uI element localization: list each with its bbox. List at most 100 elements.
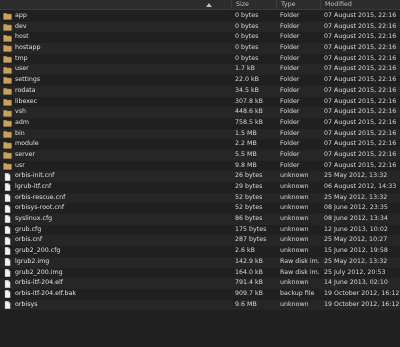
file-name: host	[15, 33, 29, 41]
file-name: syslinux.cfg	[15, 215, 53, 223]
file-row[interactable]: server 5.5 MB Folder 07 August 2015, 22:16	[0, 149, 400, 161]
file-row[interactable]: orbis-init.cnf 26 bytes unknown 25 May 2012…	[0, 171, 400, 182]
file-modified: 07 August 2015, 22:16	[324, 54, 397, 62]
file-icon	[3, 268, 12, 277]
file-modified: 07 August 2015, 22:16	[324, 86, 397, 94]
folder-icon	[3, 76, 12, 85]
file-name: dev	[15, 22, 27, 30]
file-row[interactable]: orbisys 9.6 MB unknown 19 October 2012, 16:…	[0, 299, 400, 311]
file-name-cell: dev	[0, 22, 231, 33]
file-name-cell: rodata	[0, 86, 231, 97]
file-size: 307.8 kB	[235, 97, 263, 105]
file-type: unknown	[280, 279, 309, 287]
file-type: unknown	[280, 183, 309, 190]
file-name: settings	[15, 76, 41, 84]
file-icon	[3, 194, 12, 202]
file-modified: 07 August 2015, 22:16	[324, 76, 397, 84]
file-icon	[3, 215, 12, 224]
file-modified: 14 June 2013, 02:10	[324, 279, 388, 287]
name-column-header[interactable]	[0, 0, 231, 10]
file-name-cell: orbis-rescue.cnf	[0, 193, 231, 204]
file-size: 175 bytes	[235, 225, 267, 233]
file-name-cell: module	[0, 139, 231, 150]
file-size: 9.6 MB	[235, 300, 257, 308]
file-modified: 07 August 2015, 22:16	[324, 150, 397, 158]
file-size: 164.0 kB	[235, 268, 263, 276]
file-name: orbis.cnf	[15, 236, 43, 244]
file-name: orbis-rescue.cnf	[15, 193, 66, 201]
file-modified: 19 October 2012, 16:12	[324, 289, 400, 297]
file-icon	[3, 226, 12, 234]
file-row[interactable]: orbis-itf-204.elf.bak 909.7 kB backup file…	[0, 289, 400, 300]
file-modified: 07 August 2015, 22:16	[324, 33, 397, 41]
file-modified: 12 June 2013, 10:02	[324, 225, 388, 233]
file-row[interactable]: hostapp 0 bytes Folder 07 August 2015, 22:1…	[0, 43, 400, 54]
file-name-cell: usr	[0, 161, 231, 172]
file-row[interactable]: grub2_200.img 164.0 kB Raw disk im... 25 Ju…	[0, 268, 400, 279]
file-row[interactable]: lgrub-itf.cnf 29 bytes unknown 06 August 20…	[0, 182, 400, 193]
file-modified: 06 August 2012, 14:33	[324, 183, 397, 190]
file-type: unknown	[280, 300, 309, 308]
file-row[interactable]: grub2_200.cfg 2.6 kB unknown 15 June 2012, …	[0, 246, 400, 257]
file-size: 2.2 MB	[235, 140, 257, 148]
file-row[interactable]: host 0 bytes Folder 07 August 2015, 22:16	[0, 32, 400, 43]
file-name-cell: server	[0, 150, 231, 161]
file-row[interactable]: libexec 307.8 kB Folder 07 August 2015, 22:…	[0, 97, 400, 108]
file-type: Folder	[280, 22, 300, 30]
size-column-header[interactable]: Size	[231, 0, 276, 10]
file-name: app	[15, 12, 27, 19]
file-list: app 0 bytes Folder 07 August 2015, 22:16 dev…	[0, 11, 400, 311]
file-name: bin	[15, 129, 25, 137]
file-type: Folder	[280, 161, 300, 169]
file-modified: 15 June 2012, 19:58	[324, 247, 388, 255]
file-name: orbisys	[15, 300, 38, 308]
file-row[interactable]: user 1.7 kB Folder 07 August 2015, 22:16	[0, 64, 400, 76]
file-row[interactable]: tmp 0 bytes Folder 07 August 2015, 22:16	[0, 54, 400, 65]
file-row[interactable]: rodata 34.5 kB Folder 07 August 2015, 22:16	[0, 85, 400, 97]
file-row[interactable]: orbis-itf-204.elf 791.4 kB unknown 14 June …	[0, 278, 400, 289]
file-name: tmp	[15, 54, 28, 62]
file-modified: 07 August 2015, 22:16	[324, 97, 397, 105]
file-row[interactable]: usr 9.8 MB Folder 07 August 2015, 22:16	[0, 161, 400, 172]
file-size: 0 bytes	[235, 22, 259, 30]
file-name: hostapp	[15, 44, 41, 52]
file-modified: 25 May 2012, 10:27	[324, 236, 388, 244]
file-type: Folder	[280, 129, 300, 137]
file-row[interactable]: orbisys-root.cnf 52 bytes unknown 08 June 2…	[0, 203, 400, 214]
file-row[interactable]: syslinux.cfg 86 bytes unknown 08 June 2012,…	[0, 214, 400, 225]
file-row[interactable]: vsh 448.6 kB Folder 07 August 2015, 22:16	[0, 107, 400, 118]
file-type: Folder	[280, 44, 300, 52]
file-name-cell: bin	[0, 129, 231, 140]
folder-icon	[3, 141, 12, 149]
file-row[interactable]: dev 0 bytes Folder 07 August 2015, 22:16	[0, 21, 400, 33]
file-row[interactable]: module 2.2 MB Folder 07 August 2015, 22:16	[0, 139, 400, 150]
file-type: Folder	[280, 12, 300, 19]
file-row[interactable]: app 0 bytes Folder 07 August 2015, 22:16	[0, 11, 400, 22]
file-name-cell: orbis-itf-204.elf	[0, 278, 231, 289]
file-size: 0 bytes	[235, 44, 259, 52]
file-size: 758.5 kB	[235, 118, 263, 126]
file-size: 29 bytes	[235, 183, 263, 190]
file-name: grub.cfg	[15, 225, 42, 233]
type-column-header[interactable]: Type	[276, 0, 320, 10]
file-row[interactable]: adm 758.5 kB Folder 07 August 2015, 22:16	[0, 118, 400, 129]
file-size: 1.7 kB	[235, 65, 255, 73]
file-modified: 07 August 2015, 22:16	[324, 161, 397, 169]
file-name-cell: orbis-init.cnf	[0, 171, 231, 182]
file-row[interactable]: settings 22.0 kB Folder 07 August 2015, 22:…	[0, 75, 400, 86]
file-row[interactable]: orbis-rescue.cnf 52 bytes unknown 25 May 20…	[0, 192, 400, 204]
file-name: grub2_200.img	[15, 268, 63, 276]
file-modified: 25 May 2012, 13:32	[324, 172, 388, 180]
file-name: user	[15, 65, 29, 73]
file-name-cell: vsh	[0, 107, 231, 118]
modified-column-header[interactable]: Modified	[320, 0, 400, 10]
file-row[interactable]: lgrub2.img 142.9 kB Raw disk im... 25 May 2…	[0, 256, 400, 268]
file-row[interactable]: orbis.cnf 287 bytes unknown 25 May 2012, 10…	[0, 235, 400, 247]
folder-icon	[3, 34, 12, 42]
file-row[interactable]: bin 1.5 MB Folder 07 August 2015, 22:16	[0, 128, 400, 140]
file-name: lgrub-itf.cnf	[15, 183, 52, 190]
file-name-cell: orbis.cnf	[0, 235, 231, 246]
file-name: adm	[15, 118, 29, 126]
file-modified: 08 June 2012, 13:34	[324, 215, 388, 223]
file-row[interactable]: grub.cfg 175 bytes unknown 12 June 2013, 10…	[0, 225, 400, 236]
